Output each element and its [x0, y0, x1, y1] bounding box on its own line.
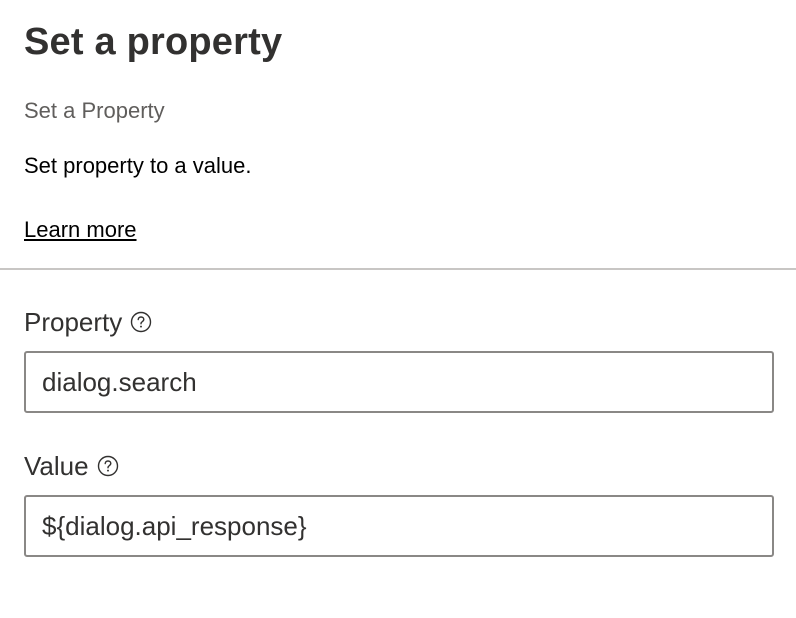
- properties-panel: Set a property Set a Property Set proper…: [0, 0, 796, 618]
- property-input[interactable]: [24, 351, 774, 413]
- page-description: Set property to a value.: [24, 153, 252, 178]
- value-label-row: Value: [24, 450, 119, 482]
- property-label-row: Property: [24, 306, 152, 338]
- page-subtitle: Set a Property: [24, 98, 165, 123]
- value-label: Value: [24, 451, 89, 481]
- section-divider: [0, 268, 796, 270]
- question-circle-icon[interactable]: [130, 311, 152, 333]
- property-label: Property: [24, 307, 123, 337]
- page-title: Set a property: [24, 21, 283, 63]
- value-input[interactable]: [24, 495, 774, 557]
- learn-more-link[interactable]: Learn more: [24, 216, 137, 244]
- question-circle-icon[interactable]: [97, 455, 119, 477]
